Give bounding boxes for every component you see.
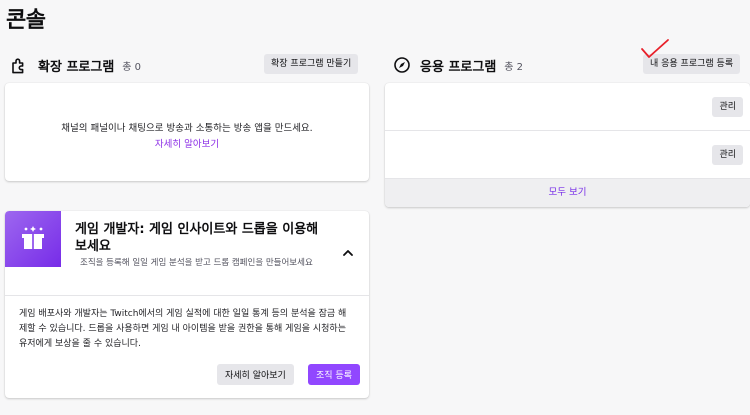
compass-icon bbox=[392, 55, 412, 75]
checkmark-annotation-icon bbox=[641, 39, 669, 58]
apps-count: 총 2 bbox=[504, 61, 524, 73]
apps-header: 응용 프로그램 총 2 bbox=[392, 53, 523, 77]
extensions-empty-card: 채널의 패널이나 채팅으로 방송과 소통하는 방송 앱을 만드세요. 자세히 알… bbox=[5, 83, 369, 181]
apps-title: 응용 프로그램 bbox=[420, 59, 497, 75]
app-row: 관리 bbox=[385, 83, 750, 131]
game-developer-header: 게임 개발자: 게임 인사이트와 드롭을 이용해보세요 조직을 등록해 일일 게… bbox=[5, 211, 369, 296]
extensions-learn-more-link[interactable]: 자세히 알아보기 bbox=[5, 136, 369, 150]
app-row: 관리 bbox=[385, 131, 750, 179]
game-developer-body: 게임 배포사와 개발자는 Twitch에서의 게임 실적에 대한 일일 통계 등… bbox=[19, 309, 347, 349]
manage-app-button[interactable]: 관리 bbox=[712, 97, 743, 117]
register-organization-button[interactable]: 조직 등록 bbox=[308, 364, 360, 385]
game-developer-subtitle: 조직을 등록해 일일 게임 분석을 받고 드롭 캠페인을 만들어보세요 bbox=[80, 258, 313, 268]
puzzle-icon bbox=[10, 55, 30, 75]
apps-list-card: 관리 관리 모두 보기 bbox=[385, 83, 750, 207]
extensions-title: 확장 프로그램 bbox=[38, 59, 115, 75]
learn-more-button[interactable]: 자세히 알아보기 bbox=[217, 364, 294, 385]
game-developer-title: 게임 개발자: 게임 인사이트와 드롭을 이용해보세요 bbox=[75, 222, 319, 254]
page-title: 콘솔 bbox=[6, 8, 46, 33]
gift-box-icon bbox=[5, 211, 61, 267]
create-extension-button[interactable]: 확장 프로그램 만들기 bbox=[264, 54, 359, 74]
extensions-empty-text: 채널의 패널이나 채팅으로 방송과 소통하는 방송 앱을 만드세요. bbox=[61, 123, 313, 134]
extensions-count: 총 0 bbox=[122, 61, 142, 73]
manage-app-button[interactable]: 관리 bbox=[712, 145, 743, 165]
extensions-header: 확장 프로그램 총 0 bbox=[10, 53, 141, 77]
view-all-apps-link[interactable]: 모두 보기 bbox=[385, 179, 750, 207]
game-developer-card: 게임 개발자: 게임 인사이트와 드롭을 이용해보세요 조직을 등록해 일일 게… bbox=[5, 211, 369, 398]
chevron-up-icon[interactable] bbox=[341, 246, 355, 260]
